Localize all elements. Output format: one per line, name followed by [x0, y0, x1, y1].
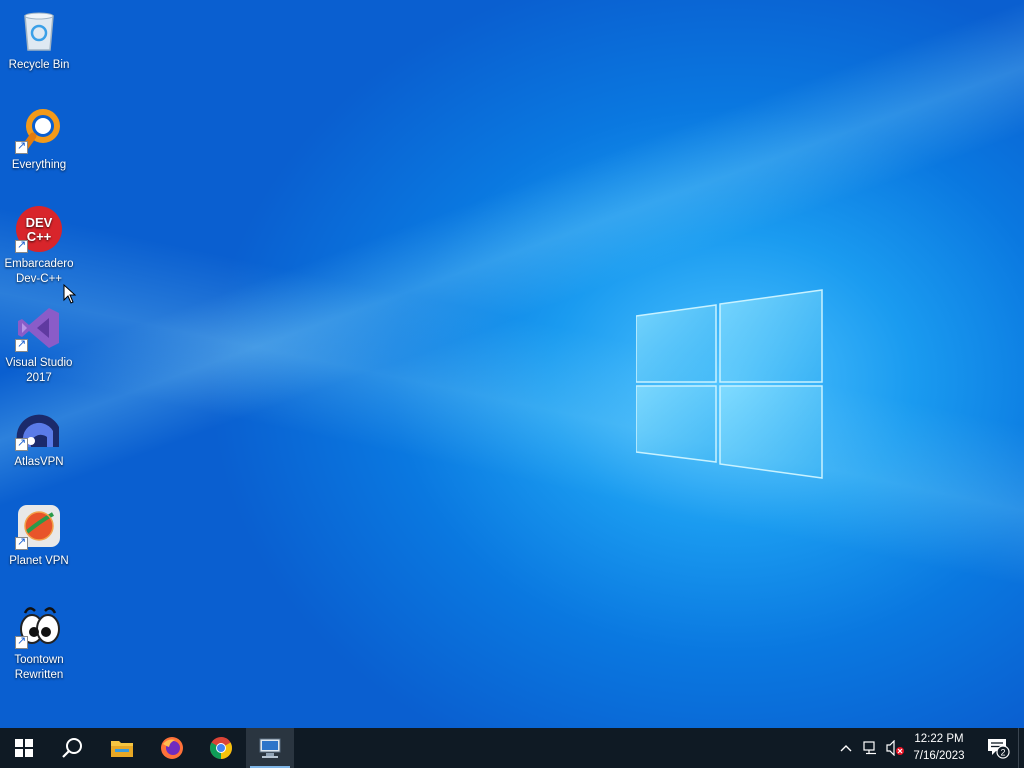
clock-button[interactable]: 12:22 PM 7/16/2023 [902, 728, 976, 768]
search-button[interactable] [48, 728, 96, 768]
desktop-icon-label: Embarcadero Dev-C++ [4, 258, 74, 285]
shortcut-arrow-icon [15, 238, 28, 253]
everything-search-icon [15, 106, 63, 154]
desktop-icon-label: Planet VPN [9, 555, 69, 567]
desktop-wallpaper: Recycle Bin Everything DEV C++ Embarcade… [0, 0, 1024, 728]
desktop-icon-planet-vpn[interactable]: Planet VPN [1, 496, 77, 569]
clock-time: 12:22 PM [914, 733, 964, 745]
desktop-icon-toontown[interactable]: Toontown Rewritten [1, 595, 77, 683]
mouse-pointer-icon [63, 284, 77, 304]
desktop-icon-label: AtlasVPN [14, 456, 64, 468]
taskbar: 12:22 PM 7/16/2023 2 [0, 728, 1024, 768]
svg-text:C++: C++ [27, 229, 52, 244]
notification-count: 2 [1000, 748, 1005, 758]
shortcut-arrow-icon [15, 535, 28, 550]
desktop-icon-label: Recycle Bin [8, 59, 70, 71]
shortcut-arrow-icon [15, 139, 28, 154]
chrome-icon [210, 737, 232, 759]
show-desktop-button[interactable] [1018, 728, 1024, 768]
desktop-icon-label: Toontown Rewritten [14, 654, 64, 681]
planet-vpn-icon [15, 502, 63, 550]
desktop-icon-visual-studio[interactable]: Visual Studio 2017 [1, 298, 77, 386]
firefox-icon [161, 737, 183, 759]
file-explorer-icon [111, 741, 133, 757]
windows-logo-wallpaper [636, 289, 823, 479]
desktop-icon-recycle-bin[interactable]: Recycle Bin [1, 0, 77, 73]
desktop-icon-label: Visual Studio 2017 [5, 357, 73, 384]
show-hidden-icons-button[interactable] [836, 728, 856, 768]
remote-desktop-icon [259, 738, 281, 758]
desktop-icon-everything[interactable]: Everything [1, 100, 77, 173]
chevron-up-icon [840, 745, 852, 752]
svg-text:DEV: DEV [26, 215, 53, 230]
taskbar-firefox[interactable] [148, 728, 196, 768]
light-beam-lower [0, 0, 1024, 728]
desktop-icon-atlasvpn[interactable]: AtlasVPN [1, 397, 77, 470]
clock-date: 7/16/2023 [913, 750, 965, 762]
network-button[interactable] [860, 728, 882, 768]
desktop-icon-devcpp[interactable]: DEV C++ Embarcadero Dev-C++ [1, 199, 77, 287]
shortcut-arrow-icon [15, 337, 28, 352]
desktop-icon-label: Everything [11, 159, 67, 171]
taskbar-chrome[interactable] [197, 728, 245, 768]
shortcut-arrow-icon [15, 436, 28, 451]
taskbar-file-explorer[interactable] [98, 728, 146, 768]
devcpp-icon: DEV C++ [15, 205, 63, 253]
network-icon [863, 741, 876, 755]
taskbar-remote-desktop[interactable] [246, 728, 294, 768]
recycle-bin-icon [15, 6, 63, 54]
shortcut-arrow-icon [15, 634, 28, 649]
start-button[interactable] [0, 728, 48, 768]
search-icon [62, 738, 82, 758]
atlasvpn-icon [15, 403, 63, 451]
visual-studio-icon [15, 304, 63, 352]
toontown-icon [15, 601, 63, 649]
notification-icon: 2 [988, 739, 1010, 759]
action-center-button[interactable]: 2 [978, 728, 1018, 768]
windows-start-icon [15, 739, 33, 757]
